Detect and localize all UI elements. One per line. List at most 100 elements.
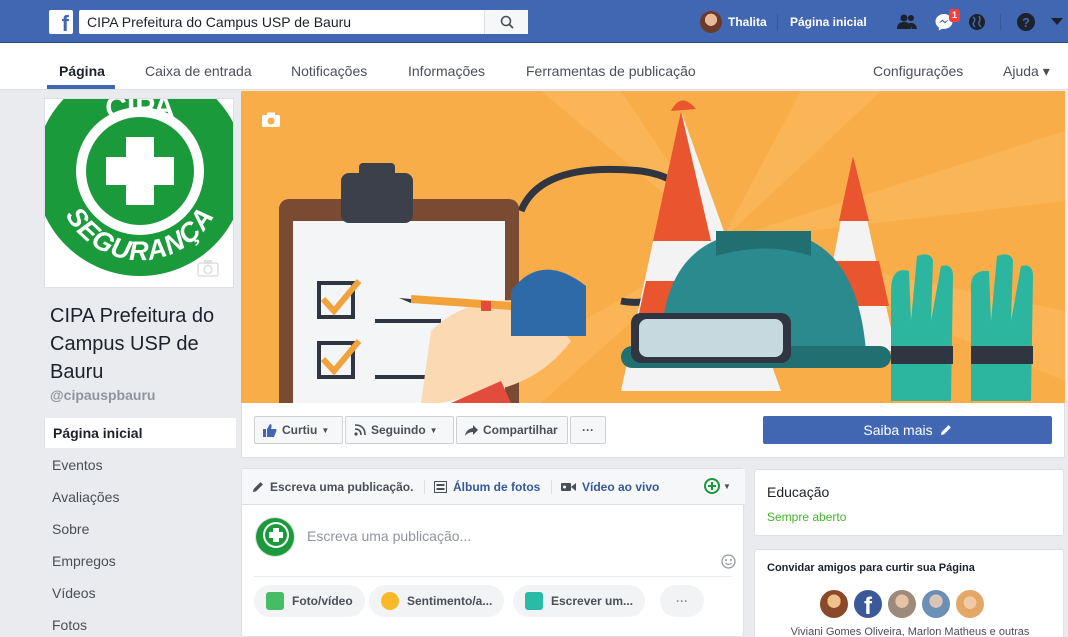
photo-video-label: Foto/vídeo	[292, 594, 353, 608]
tab-ferramentas-de-publicacao[interactable]: Ferramentas de publicação	[526, 63, 696, 79]
avatar	[255, 517, 295, 557]
friend-avatar[interactable]	[954, 588, 986, 620]
page-tab-bar: Página Caixa de entrada Notificações Inf…	[0, 43, 1068, 90]
pencil-icon	[940, 425, 951, 435]
friend-avatar[interactable]	[920, 588, 952, 620]
chevron-down-icon: ▼	[429, 425, 438, 435]
more-composer-options-button[interactable]: ···	[660, 585, 704, 617]
tab-ajuda[interactable]: Ajuda ▾	[1003, 63, 1050, 80]
tab-configuracoes[interactable]: Configurações	[873, 63, 963, 79]
feeling-activity-button[interactable]: Sentimento/a...	[369, 585, 505, 617]
follow-button[interactable]: Seguindo ▼	[345, 416, 454, 444]
divider	[1000, 14, 1001, 30]
tab-photo-album[interactable]: Álbum de fotos	[434, 480, 540, 494]
hours-status: Sempre aberto	[767, 510, 847, 524]
share-arrow-icon	[465, 424, 478, 436]
tab-notificacoes[interactable]: Notificações	[291, 63, 367, 79]
facebook-logo-icon: f	[864, 593, 873, 620]
invite-title: Convidar amigos para curtir sua Página	[767, 562, 975, 574]
photo-album-label: Álbum de fotos	[453, 480, 541, 494]
sidebar-item-videos[interactable]: Vídeos	[44, 578, 236, 608]
friend-requests-icon[interactable]	[896, 11, 918, 33]
profile-link[interactable]: Thalita	[700, 11, 767, 33]
avatar	[700, 11, 722, 33]
tab-pagina[interactable]: Página	[59, 63, 105, 79]
sidebar-item-empregos[interactable]: Empregos	[44, 546, 236, 576]
search-icon	[500, 15, 514, 29]
divider	[424, 480, 425, 494]
facebook-logo-icon[interactable]: f	[49, 10, 73, 34]
photo-icon	[266, 592, 284, 610]
top-navigation-bar: f CIPA Prefeitura do Campus USP de Bauru…	[0, 0, 1068, 43]
video-camera-icon	[561, 483, 576, 491]
sidebar-item-avaliacoes[interactable]: Avaliações	[44, 482, 236, 512]
chevron-down-icon: ▼	[723, 481, 731, 491]
note-icon	[525, 592, 543, 610]
add-options-button[interactable]: ▼	[704, 478, 731, 494]
sidebar-item-fotos[interactable]: Fotos	[44, 610, 236, 637]
tab-informacoes[interactable]: Informações	[408, 63, 485, 79]
messages-badge: 1	[949, 9, 961, 22]
post-composer: Escreva uma publicação. Álbum de fotos V…	[241, 468, 745, 637]
page-handle[interactable]: @cipauspbauru	[50, 387, 155, 403]
write-note-button[interactable]: Escrever um...	[513, 585, 646, 617]
home-link[interactable]: Página inicial	[790, 15, 867, 29]
user-name: Thalita	[728, 15, 767, 29]
like-button[interactable]: Curtiu ▼	[254, 416, 343, 444]
camera-icon[interactable]	[197, 259, 219, 277]
active-tab-indicator	[47, 85, 115, 89]
photo-video-button[interactable]: Foto/vídeo	[254, 585, 365, 617]
category-label[interactable]: Educação	[767, 484, 829, 500]
friend-avatar[interactable]	[886, 588, 918, 620]
thumbs-up-icon	[263, 424, 277, 437]
friend-avatar[interactable]	[818, 588, 850, 620]
share-label: Compartilhar	[483, 423, 558, 437]
invite-friend-names[interactable]: Viviani Gomes Oliveira, Marlon Matheus e…	[755, 626, 1065, 637]
divider	[551, 480, 552, 494]
pencil-icon	[253, 482, 263, 492]
more-options-button[interactable]: ···	[570, 416, 606, 444]
svg-text:f: f	[864, 593, 873, 618]
write-post-label: Escreva uma publicação.	[270, 480, 414, 494]
rss-icon	[354, 424, 366, 436]
sidebar-item-pagina-inicial[interactable]: Página inicial	[44, 418, 236, 448]
logo-top-text: CIPA	[105, 99, 174, 124]
invite-friends-card: Convidar amigos para curtir sua Página f…	[754, 549, 1064, 637]
globe-icon[interactable]	[966, 11, 988, 33]
smiley-icon[interactable]	[721, 554, 736, 569]
saiba-mais-button[interactable]: Saiba mais	[763, 416, 1052, 444]
search-button[interactable]	[484, 10, 528, 34]
tab-write-post[interactable]: Escreva uma publicação.	[252, 480, 413, 494]
post-input[interactable]: Escreva uma publicação...	[307, 528, 471, 544]
smiley-icon	[381, 592, 399, 610]
live-video-label: Vídeo ao vivo	[582, 480, 660, 494]
cipa-logo	[256, 518, 294, 556]
cta-label: Saiba mais	[863, 422, 933, 438]
chevron-down-icon: ▼	[321, 425, 330, 435]
sidebar-item-sobre[interactable]: Sobre	[44, 514, 236, 544]
plus-circle-icon	[704, 478, 720, 494]
like-label: Curtiu	[282, 423, 318, 437]
write-note-label: Escrever um...	[551, 594, 634, 608]
divider	[777, 14, 778, 30]
tab-caixa-de-entrada[interactable]: Caixa de entrada	[145, 63, 252, 79]
friend-avatar[interactable]: f	[852, 588, 884, 620]
tab-live-video[interactable]: Vídeo ao vivo	[561, 480, 659, 494]
page-title[interactable]: CIPA Prefeitura do Campus USP de Bauru	[50, 302, 235, 386]
composer-tabs: Escreva uma publicação. Álbum de fotos V…	[242, 469, 745, 505]
sidebar-item-eventos[interactable]: Eventos	[44, 450, 236, 480]
account-menu-icon[interactable]	[1046, 11, 1068, 33]
follow-label: Seguindo	[371, 423, 426, 437]
divider	[254, 576, 732, 577]
camera-icon[interactable]	[261, 112, 281, 128]
help-icon[interactable]: ?	[1015, 11, 1037, 33]
share-button[interactable]: Compartilhar	[456, 416, 568, 444]
search-input[interactable]: CIPA Prefeitura do Campus USP de Bauru	[79, 10, 528, 34]
svg-text:?: ?	[1022, 15, 1030, 30]
cover-illustration	[279, 91, 1065, 403]
album-icon	[434, 481, 447, 493]
about-card: Educação Sempre aberto	[754, 469, 1064, 536]
feeling-activity-label: Sentimento/a...	[407, 594, 493, 608]
profile-picture[interactable]: CIPA SEGURANÇA	[44, 98, 234, 288]
cover-photo[interactable]	[241, 91, 1065, 403]
